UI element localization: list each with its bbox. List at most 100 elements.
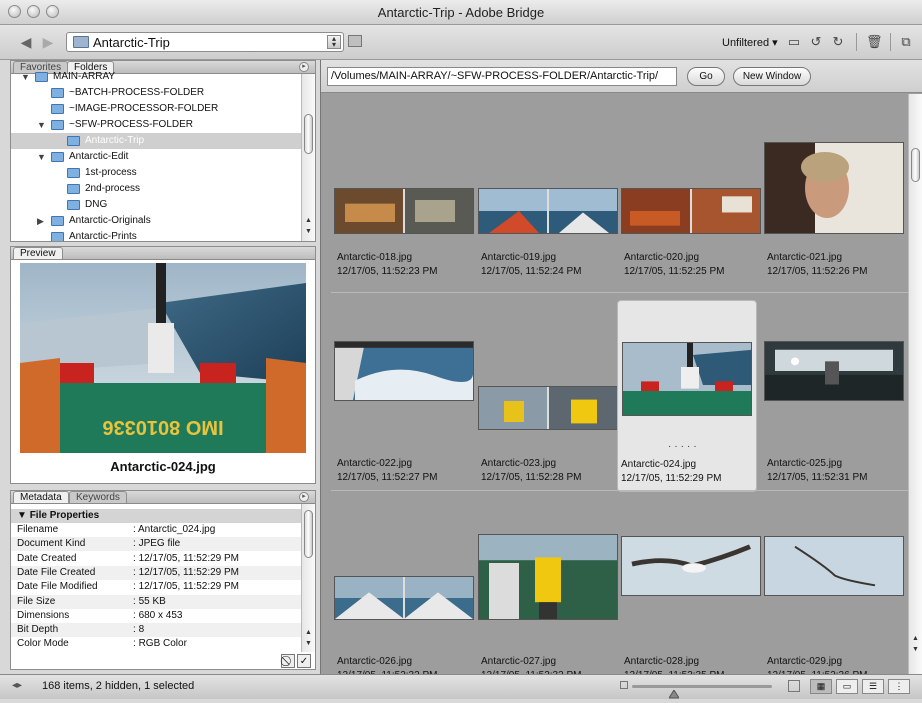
metadata-key: Dimensions <box>17 609 70 621</box>
folders-scrollbar[interactable]: ▲ ▼ <box>301 74 315 241</box>
metadata-value: : 12/17/05, 11:52:29 PM <box>133 552 239 566</box>
thumbnail-image[interactable] <box>764 341 904 401</box>
tree-item[interactable]: ▼ ~SFW-PROCESS-FOLDER <box>11 117 301 133</box>
large-thumb-icon[interactable] <box>788 680 800 692</box>
cancel-icon[interactable]: ⃠ <box>281 654 295 668</box>
tree-item[interactable]: DNG <box>11 197 301 213</box>
thumbnail-image[interactable] <box>621 536 761 596</box>
thumbnail-image[interactable] <box>334 341 474 401</box>
folder-icon <box>51 152 64 162</box>
rotate-right-icon[interactable]: ↻ <box>830 34 846 50</box>
small-thumb-icon[interactable] <box>620 681 628 689</box>
apply-icon[interactable]: ✓ <box>297 654 311 668</box>
preview-tab-strip: Preview <box>11 247 315 260</box>
tree-item[interactable]: ~IMAGE-PROCESSOR-FOLDER <box>11 101 301 117</box>
tab-preview[interactable]: Preview <box>13 247 63 259</box>
metadata-value-text: 680 x 453 <box>138 609 183 621</box>
thumbnail-cell[interactable]: Antarctic-027.jpg12/17/05, 11:52:33 PM <box>478 498 618 690</box>
thumbnail-image[interactable] <box>478 188 618 234</box>
folder-icon <box>67 184 80 194</box>
thumbnail-cell[interactable]: Antarctic-028.jpg12/17/05, 11:52:35 PM <box>621 498 761 690</box>
tab-keywords[interactable]: Keywords <box>69 491 127 503</box>
folder-icon <box>67 168 80 178</box>
thumbnail-filename: Antarctic-026.jpg <box>337 656 413 667</box>
tree-item[interactable]: 2nd-process <box>11 181 301 197</box>
details-view-button[interactable]: ☰ <box>862 679 884 694</box>
tree-item[interactable]: ▼ MAIN-ARRAY <box>11 69 301 85</box>
thumbnail-cell[interactable]: Antarctic-023.jpg 12/17/05, 11:52:28 PM <box>478 300 618 492</box>
folder-icon <box>51 104 64 114</box>
disclosure-closed-icon[interactable]: ▶ <box>37 213 47 229</box>
go-button[interactable]: Go <box>687 67 725 86</box>
scroll-down-arrow-icon[interactable]: ▼ <box>909 645 922 655</box>
thumbnail-image[interactable] <box>764 142 904 234</box>
scroll-thumb[interactable] <box>304 510 313 558</box>
scroll-up-arrow-icon[interactable]: ▲ <box>302 216 315 226</box>
rating-dots[interactable]: ····· <box>668 441 700 452</box>
back-icon[interactable]: ◀ <box>18 34 34 50</box>
tree-item[interactable]: Antarctic-Prints <box>11 229 301 241</box>
filmstrip-view-button[interactable]: ▭ <box>836 679 858 694</box>
tree-item[interactable]: ▶ Antarctic-Originals <box>11 213 301 229</box>
tree-item[interactable]: Antarctic-Trip <box>11 133 301 149</box>
new-folder-icon[interactable]: ▭ <box>786 34 802 50</box>
thumbnail-cell[interactable]: ····· Antarctic-024.jpg 12/17/05, 11:52:29… <box>617 300 757 492</box>
scroll-down-arrow-icon[interactable]: ▼ <box>302 639 315 649</box>
thumbnail-cell[interactable]: Antarctic-026.jpg12/17/05, 11:52:32 PM <box>334 498 474 690</box>
thumbnail-cell[interactable]: Antarctic-029.jpg12/17/05, 11:52:36 PM <box>764 498 904 690</box>
scroll-thumb[interactable] <box>304 114 313 154</box>
metadata-row: Document Kind: JPEG file <box>11 537 303 552</box>
disclosure-open-icon[interactable]: ▼ <box>37 117 47 133</box>
location-stepper-icon[interactable]: ▴ ▾ <box>327 35 341 49</box>
up-folder-icon[interactable] <box>348 35 362 47</box>
tree-item[interactable]: ▼ Antarctic-Edit <box>11 149 301 165</box>
thumbnail-image[interactable] <box>621 188 761 234</box>
file-properties-header[interactable]: ▼ File Properties <box>11 509 303 523</box>
thumbnail-cell[interactable]: Antarctic-018.jpg 12/17/05, 11:52:23 PM <box>334 94 474 286</box>
thumbnail-date: 12/17/05, 11:52:28 PM <box>481 472 582 483</box>
thumbnail-cell[interactable]: Antarctic-020.jpg 12/17/05, 11:52:25 PM <box>621 94 761 286</box>
location-popup[interactable]: Antarctic-Trip ▴ ▾ <box>66 32 344 52</box>
path-field[interactable]: /Volumes/MAIN-ARRAY/~SFW-PROCESS-FOLDER/… <box>327 67 677 86</box>
thumbnail-cell[interactable]: Antarctic-021.jpg 12/17/05, 11:52:26 PM <box>764 94 904 286</box>
tab-metadata[interactable]: Metadata <box>13 491 69 503</box>
slider-knob[interactable] <box>668 689 680 700</box>
rotate-left-icon[interactable]: ↺ <box>808 34 824 50</box>
trash-icon[interactable]: 🗑 <box>866 34 883 50</box>
thumbnails-view-button[interactable]: ▦ <box>810 679 832 694</box>
forward-icon[interactable]: ▶ <box>40 34 56 50</box>
versions-view-button[interactable]: ⋮ <box>888 679 910 694</box>
toggle-panels-icon[interactable]: ◂▸ <box>12 680 22 691</box>
thumbnail-image[interactable] <box>764 536 904 596</box>
scroll-down-arrow-icon[interactable]: ▼ <box>302 227 315 237</box>
folder-icon <box>51 232 64 241</box>
thumbnail-cell[interactable]: Antarctic-019.jpg 12/17/05, 11:52:24 PM <box>478 94 618 286</box>
thumbnail-cell[interactable]: Antarctic-022.jpg 12/17/05, 11:52:27 PM <box>334 300 474 492</box>
metadata-row: Date Created: 12/17/05, 11:52:29 PM <box>11 552 303 566</box>
scroll-thumb[interactable] <box>911 148 920 182</box>
tree-item[interactable]: 1st-process <box>11 165 301 181</box>
metadata-key: File Size <box>17 595 56 607</box>
filter-menu[interactable]: Unfiltered ▾ <box>722 36 778 49</box>
panel-menu-icon[interactable]: ▸ <box>299 492 309 502</box>
scroll-up-arrow-icon[interactable]: ▲ <box>302 628 315 638</box>
tree-item[interactable]: ~BATCH-PROCESS-FOLDER <box>11 85 301 101</box>
thumbnail-image[interactable] <box>622 342 752 416</box>
metadata-scrollbar[interactable]: ▲ ▼ <box>301 504 315 652</box>
thumbnail-date: 12/17/05, 11:52:27 PM <box>337 472 438 483</box>
ship-hull-text: IMO 8010336 <box>102 416 223 438</box>
thumbnail-image[interactable] <box>478 534 618 620</box>
compact-mode-icon[interactable]: ⧉ <box>898 34 914 50</box>
content-scrollbar[interactable]: ▲ ▼ <box>908 94 922 674</box>
thumbnail-size-slider[interactable] <box>632 685 772 699</box>
disclosure-triangle-icon[interactable]: ▼ <box>17 510 27 521</box>
new-window-button[interactable]: New Window <box>733 67 811 86</box>
scroll-up-arrow-icon[interactable]: ▲ <box>909 634 922 644</box>
thumbnail-cell[interactable]: Antarctic-025.jpg 12/17/05, 11:52:31 PM <box>764 300 904 492</box>
metadata-row: Bit Depth: 8 <box>11 623 303 638</box>
thumbnail-image[interactable] <box>478 386 618 430</box>
disclosure-open-icon[interactable]: ▼ <box>21 69 31 85</box>
thumbnail-image[interactable] <box>334 188 474 234</box>
thumbnail-image[interactable] <box>334 576 474 620</box>
disclosure-open-icon[interactable]: ▼ <box>37 149 47 165</box>
